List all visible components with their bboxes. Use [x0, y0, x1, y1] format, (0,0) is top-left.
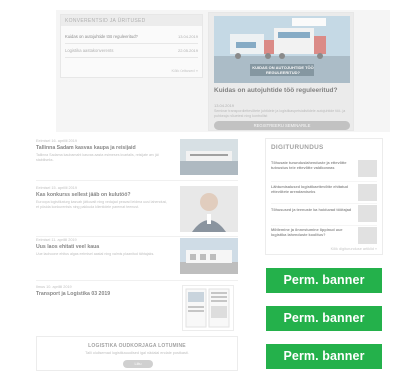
article-date: Eelmisel 16. aprillil 2019 — [36, 139, 77, 143]
magazine-thumbnail[interactable] — [182, 285, 234, 331]
newsletter-box: LOGISTIKA OUDKORJAGA LOTUMINE Talli olul… — [36, 336, 238, 371]
article-item[interactable]: Ilmus 10. aprillil 2019 Transport ja Log… — [36, 285, 238, 331]
perm-banner[interactable]: Perm. banner — [266, 268, 382, 293]
divider — [36, 236, 238, 237]
event-date-1: 13.04.2019 — [177, 34, 198, 39]
sidebar-item[interactable]: Tõhusate turunduslahenduste ja ettevõtte… — [271, 161, 357, 170]
divider — [271, 203, 377, 204]
article-title[interactable]: Kas konkurss sellest jääb on kulutöö? — [36, 192, 171, 198]
sidebar-item[interactable]: Mõtlemine ja õnnestumine õppinud uue log… — [271, 228, 357, 237]
newsletter-title: LOGISTIKA OUDKORJAGA LOTUMINE — [88, 343, 186, 349]
sidebar-thumbnail[interactable] — [358, 184, 377, 201]
sidebar-header: DIGITURUNDUS — [271, 144, 324, 151]
article-item[interactable]: Eelmisel 11. aprillil 2019 Uus laos ehit… — [36, 238, 238, 276]
divider — [65, 43, 198, 44]
perm-banner[interactable]: Perm. banner — [266, 344, 382, 369]
sidebar-item[interactable]: Tõhusused ja teenuste ka hoiduvad töötaj… — [271, 208, 357, 213]
divider — [271, 225, 377, 226]
events-all-link[interactable]: Kõik üritused » — [172, 68, 198, 73]
article-item[interactable]: Eelmisel 15. aprillil 2019 Kas konkurss … — [36, 186, 238, 232]
sidebar-thumbnail[interactable] — [358, 205, 377, 222]
events-panel: KONVERENTSID JA ÜRITUSED Kuidas on autoj… — [60, 14, 203, 78]
article-thumbnail[interactable] — [180, 139, 238, 175]
divider — [65, 57, 198, 58]
article-title[interactable]: Tallinna Sadam kasvas kaupa ja reisijaid — [36, 145, 171, 151]
events-header: KONVERENTSID JA ÜRITUSED — [61, 15, 202, 26]
article-text: Uue laohoone ehitus algas eelmisel aasta… — [36, 252, 155, 256]
article-text: Euroopa logistikaturg kasvab jätkuvalt n… — [36, 200, 168, 209]
featured-image-caption: KUIDAS ON AUTOJUHTIDE TÖÖ REGULEERITUD? — [252, 65, 314, 75]
article-text: Tallinna Sadama kaubamaht kasvas aasta e… — [36, 153, 159, 162]
article-title[interactable]: Transport ja Logistika 03 2019 — [36, 291, 171, 297]
portrait-image — [180, 186, 238, 232]
port-image — [180, 139, 238, 175]
featured-text: Seminar transpordiettevõtete juhtidele j… — [214, 109, 346, 118]
magazine-image — [185, 288, 230, 328]
featured-event[interactable]: KUIDAS ON AUTOJUHTIDE TÖÖ REGULEERITUD? … — [208, 12, 354, 131]
featured-date: 13.04.2019 — [214, 103, 235, 108]
article-date: Eelmisel 11. aprillil 2019 — [36, 238, 77, 242]
register-button[interactable]: REGISTREERU SEMINARILE — [214, 121, 350, 130]
article-thumbnail[interactable] — [180, 186, 238, 232]
digiturundus-panel: DIGITURUNDUS Tõhusate turunduslahenduste… — [265, 138, 383, 255]
perm-banner[interactable]: Perm. banner — [266, 306, 382, 331]
article-title[interactable]: Uus laos ehitati veel kaua — [36, 244, 171, 250]
sidebar-thumbnail[interactable] — [358, 160, 377, 177]
event-date-2: 22.05.2019 — [177, 48, 198, 53]
featured-image: KUIDAS ON AUTOJUHTIDE TÖÖ REGULEERITUD? — [214, 16, 350, 83]
featured-title[interactable]: Kuidas on autojuhtide töö reguleeritud? — [214, 87, 352, 95]
divider — [271, 181, 377, 182]
divider — [36, 280, 238, 281]
sidebar-item[interactable]: Lähtumisalused logistikaettevõtte ehitat… — [271, 185, 357, 194]
subscribe-button[interactable]: Liitu — [123, 360, 153, 368]
article-date: Ilmus 10. aprillil 2019 — [36, 285, 72, 289]
warehouse-image — [180, 238, 238, 274]
divider — [36, 180, 238, 181]
sidebar-all-link[interactable]: Kõik digiturunduse artiklid » — [331, 247, 377, 251]
article-item[interactable]: Eelmisel 16. aprillil 2019 Tallinna Sada… — [36, 139, 238, 175]
sidebar-thumbnail[interactable] — [358, 227, 377, 244]
article-thumbnail[interactable] — [180, 238, 238, 274]
newsletter-subtitle: Talli olulisemad logistikauudised igal n… — [85, 351, 189, 355]
article-date: Eelmisel 15. aprillil 2019 — [36, 186, 77, 190]
